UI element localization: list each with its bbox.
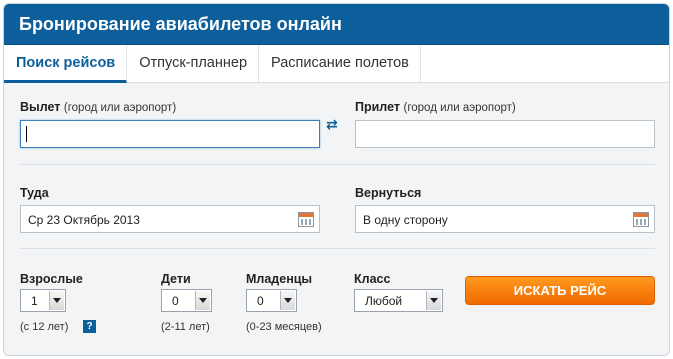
- infants-select-value: 0: [257, 294, 264, 308]
- infants-age-note: (0-23 месяцев): [246, 321, 322, 333]
- adults-select-value: 1: [31, 294, 38, 308]
- adults-select[interactable]: 1: [20, 289, 66, 312]
- from-label: Вылет (город или аэропорт): [20, 100, 176, 114]
- tab-bar: Поиск рейсов Отпуск-планнер Расписание п…: [4, 45, 669, 83]
- adults-age-note: (с 12 лет): [20, 321, 69, 333]
- chevron-down-icon: [426, 291, 441, 310]
- swap-arrows-icon[interactable]: ⇄: [326, 117, 348, 131]
- depart-label: Туда: [20, 186, 49, 200]
- return-label: Вернуться: [355, 186, 422, 200]
- return-date-input[interactable]: В одну сторону: [355, 205, 655, 233]
- tab-vacation-planner[interactable]: Отпуск-планнер: [127, 45, 260, 82]
- search-form: Вылет (город или аэропорт) ⇄ Прилет (гор…: [4, 83, 669, 353]
- widget-title: Бронирование авиабилетов онлайн: [4, 4, 669, 45]
- class-label: Класс: [354, 272, 391, 286]
- chevron-down-icon: [195, 291, 210, 310]
- to-hint: (город или аэропорт): [403, 102, 516, 114]
- divider: [20, 164, 655, 165]
- children-select[interactable]: 0: [161, 289, 212, 312]
- to-input[interactable]: [355, 120, 655, 148]
- depart-date-value: Ср 23 Октябрь 2013: [28, 213, 140, 227]
- chevron-down-icon: [49, 291, 64, 310]
- children-age-note: (2-11 лет): [161, 321, 210, 333]
- from-hint: (город или аэропорт): [63, 102, 177, 114]
- adults-label: Взрослые: [20, 272, 83, 286]
- to-label-text: Прилет: [355, 100, 400, 114]
- children-select-value: 0: [172, 294, 179, 308]
- flight-booking-widget: Бронирование авиабилетов онлайн Поиск ре…: [3, 3, 670, 356]
- class-select-value: Любой: [365, 294, 403, 308]
- calendar-icon[interactable]: [633, 212, 649, 227]
- return-date-value: В одну сторону: [363, 213, 448, 227]
- divider: [20, 248, 655, 249]
- class-select[interactable]: Любой: [354, 289, 443, 312]
- to-label: Прилет (город или аэропорт): [355, 100, 516, 114]
- chevron-down-icon: [280, 291, 295, 310]
- infants-label: Младенцы: [246, 272, 313, 286]
- depart-date-input[interactable]: Ср 23 Октябрь 2013: [20, 205, 320, 233]
- from-input[interactable]: [20, 120, 320, 148]
- tab-flight-search[interactable]: Поиск рейсов: [4, 45, 128, 83]
- tab-flight-schedule[interactable]: Расписание полетов: [259, 45, 421, 82]
- children-label: Дети: [161, 272, 191, 286]
- help-icon[interactable]: ?: [83, 320, 96, 333]
- from-label-text: Вылет: [20, 100, 61, 114]
- calendar-icon[interactable]: [298, 212, 314, 227]
- text-caret: [26, 126, 27, 142]
- search-flights-button[interactable]: ИСКАТЬ РЕЙС: [465, 276, 655, 305]
- infants-select[interactable]: 0: [246, 289, 297, 312]
